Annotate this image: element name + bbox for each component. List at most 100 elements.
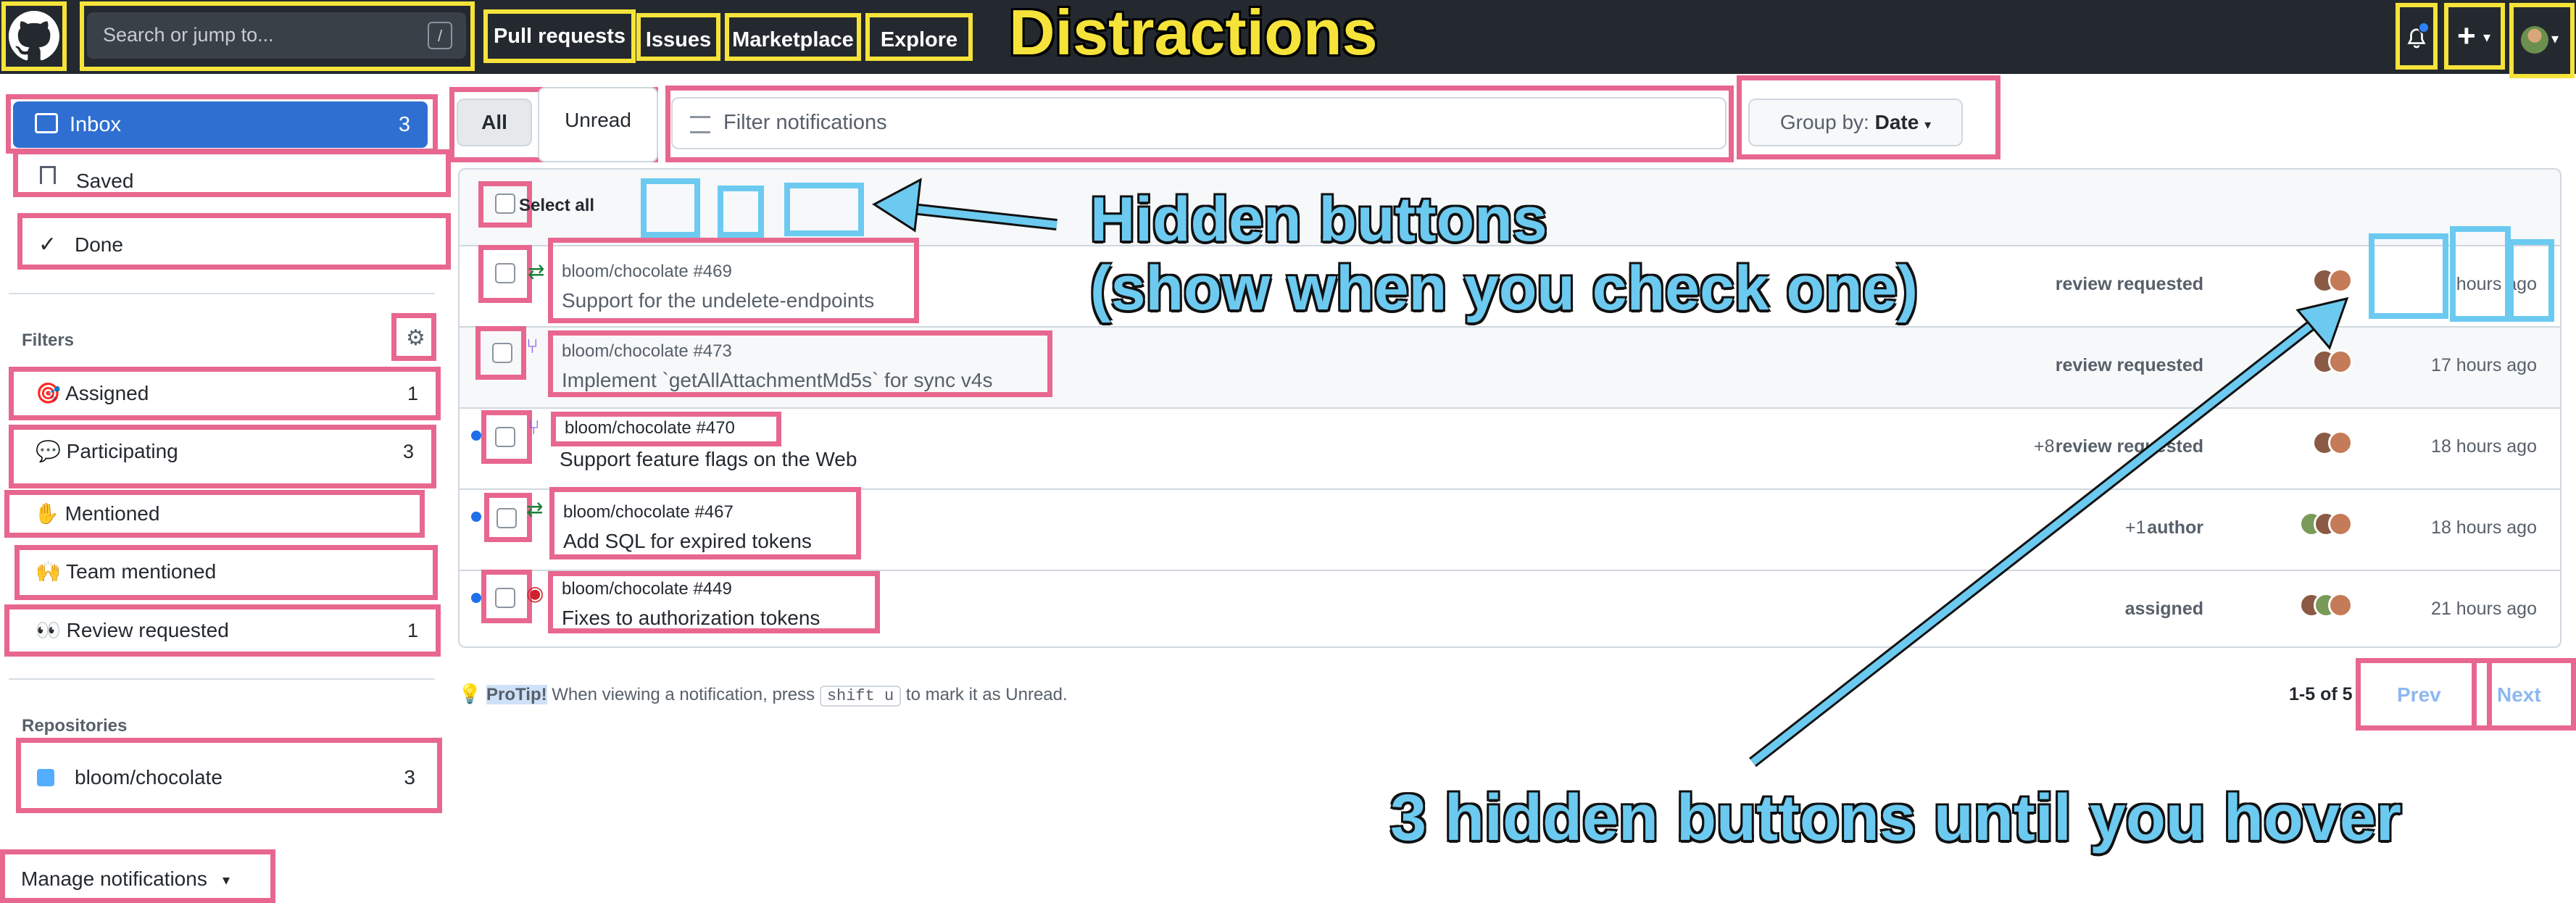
row-checkbox[interactable] (475, 326, 526, 380)
next-label: Next (2497, 683, 2541, 706)
sidebar-item-label: Done (75, 233, 123, 256)
nav-issues[interactable]: Issues (636, 13, 720, 61)
hover-action-button-2[interactable] (2450, 226, 2511, 322)
notification-title: Support feature flags on the Web (560, 448, 857, 470)
filter-mentioned[interactable]: ✋ Mentioned (4, 490, 425, 538)
filter-team-mentioned[interactable]: 🙌 Team mentioned (14, 545, 438, 600)
nav-explore[interactable]: Explore (865, 13, 973, 61)
gear-icon: ⚙ (406, 326, 425, 350)
pr-merged-icon: ⑂ (526, 335, 539, 357)
tab-unread[interactable]: Unread (538, 87, 658, 162)
eyes-icon: 👀 (36, 619, 61, 641)
avatar (2328, 349, 2353, 374)
avatar (2328, 430, 2353, 455)
nav-pull-requests[interactable]: Pull requests (483, 9, 636, 63)
row-checkbox[interactable] (478, 245, 532, 303)
repositories-heading: Repositories (22, 716, 128, 736)
sidebar-item-done[interactable]: ✓ Done (17, 213, 451, 270)
notification-subject[interactable]: bloom/chocolate #467 Add SQL for expired… (549, 487, 861, 559)
tab-all[interactable]: All (457, 99, 532, 146)
create-new-button[interactable]: + ▾ (2444, 3, 2505, 70)
filter-notifications-input[interactable]: Filter notifications (671, 97, 1727, 149)
filter-label: Assigned (65, 382, 149, 404)
filter-label: Participating (66, 440, 178, 462)
group-by-label: Group by: (1779, 111, 1869, 133)
notification-reason: review requested (2055, 274, 2203, 294)
hover-action-button-1[interactable] (2369, 233, 2448, 319)
participant-avatars (2312, 268, 2363, 297)
participant-avatars (2312, 430, 2363, 459)
hidden-action-button-1[interactable] (641, 178, 700, 238)
avatar (2328, 512, 2353, 536)
caret-down-icon: ▾ (2551, 31, 2559, 47)
unread-dot (471, 512, 481, 522)
notification-title: Fixes to authorization tokens (562, 607, 820, 629)
nav-marketplace[interactable]: Marketplace (725, 13, 861, 61)
row-checkbox[interactable] (481, 410, 532, 464)
notification-time: 21 hours ago (2431, 599, 2537, 619)
repo-bloom-chocolate[interactable]: bloom/chocolate 3 (16, 738, 442, 813)
notification-reason: review requested (2055, 436, 2203, 457)
notification-subject[interactable]: bloom/chocolate #449 Fixes to authorizat… (548, 571, 880, 633)
pr-open-icon: ⇄ (526, 498, 544, 520)
sidebar-divider (9, 293, 435, 294)
repo-name: bloom/chocolate #449 (562, 579, 732, 599)
raised-hand-icon: ✋ (34, 502, 59, 525)
select-all-label: Select all (519, 196, 595, 215)
repo-label: bloom/chocolate (75, 766, 223, 788)
sidebar-divider (9, 678, 435, 680)
notification-subject[interactable]: bloom/chocolate #470 (551, 412, 781, 446)
protip: 💡 ProTip! When viewing a notification, p… (458, 683, 1068, 707)
next-button[interactable]: Next (2472, 658, 2576, 731)
notification-subject[interactable]: bloom/chocolate #473 Implement `getAllAt… (548, 330, 1052, 397)
notification-subject[interactable]: bloom/chocolate #469 Support for the und… (548, 238, 919, 323)
checkbox[interactable] (495, 194, 515, 214)
search-input[interactable]: Search or jump to... (87, 12, 466, 59)
participant-avatars (2312, 349, 2363, 378)
manage-notifications-button[interactable]: Manage notifications ▾ (0, 849, 275, 903)
repo-count: 3 (404, 766, 415, 788)
unread-dot (471, 430, 481, 441)
checkbox[interactable] (496, 508, 517, 528)
filters-settings-button[interactable]: ⚙ (391, 313, 436, 361)
user-avatar-menu[interactable]: ▾ (2509, 3, 2575, 78)
group-by-dropdown[interactable]: Group by: Date ▾ (1748, 99, 1963, 146)
filter-count: 1 (407, 383, 418, 404)
filter-placeholder: Filter notifications (723, 111, 887, 134)
group-by-value: Date (1874, 111, 1919, 133)
search-placeholder: Search or jump to... (103, 24, 274, 46)
annotation-line: Hidden buttons (1090, 185, 1547, 254)
github-logo[interactable] (1, 1, 67, 71)
bookmark-icon (40, 166, 56, 184)
checkbox[interactable] (495, 588, 515, 608)
github-octocat-icon (9, 11, 59, 61)
notifications-bell-button[interactable] (2396, 3, 2438, 70)
participant-avatars (2299, 593, 2364, 622)
filter-participating[interactable]: 💬 Participating 3 (9, 425, 436, 488)
hidden-action-button-2[interactable] (718, 186, 764, 238)
pr-open-icon: ⇄ (528, 260, 545, 283)
sidebar-item-saved[interactable]: Saved (13, 149, 451, 197)
annotation-line: (show when you check one) (1090, 253, 1919, 323)
repo-name: bloom/chocolate #470 (565, 418, 735, 438)
checkbox[interactable] (495, 427, 515, 447)
repo-icon (37, 769, 54, 786)
caret-down-icon: ▾ (223, 873, 230, 889)
hover-action-button-3[interactable] (2508, 239, 2554, 322)
row-checkbox[interactable] (484, 493, 532, 542)
row-checkbox[interactable] (481, 570, 532, 623)
participant-avatars (2299, 512, 2364, 541)
checkbox[interactable] (495, 263, 515, 283)
filters-heading: Filters (22, 330, 75, 350)
notification-reason: assigned (2124, 599, 2203, 619)
avatar (2521, 26, 2548, 54)
filter-assigned[interactable]: 🎯 Assigned 1 (9, 367, 441, 420)
filter-count: 3 (402, 441, 414, 462)
hidden-action-button-3[interactable] (784, 183, 864, 236)
check-icon: ✓ (38, 233, 57, 257)
sidebar-item-label: Saved (76, 170, 134, 192)
repo-name: bloom/chocolate #469 (562, 262, 732, 281)
filter-review-requested[interactable]: 👀 Review requested 1 (4, 604, 441, 657)
checkbox[interactable] (492, 343, 512, 363)
pr-merged-icon: ⑂ (528, 416, 540, 438)
